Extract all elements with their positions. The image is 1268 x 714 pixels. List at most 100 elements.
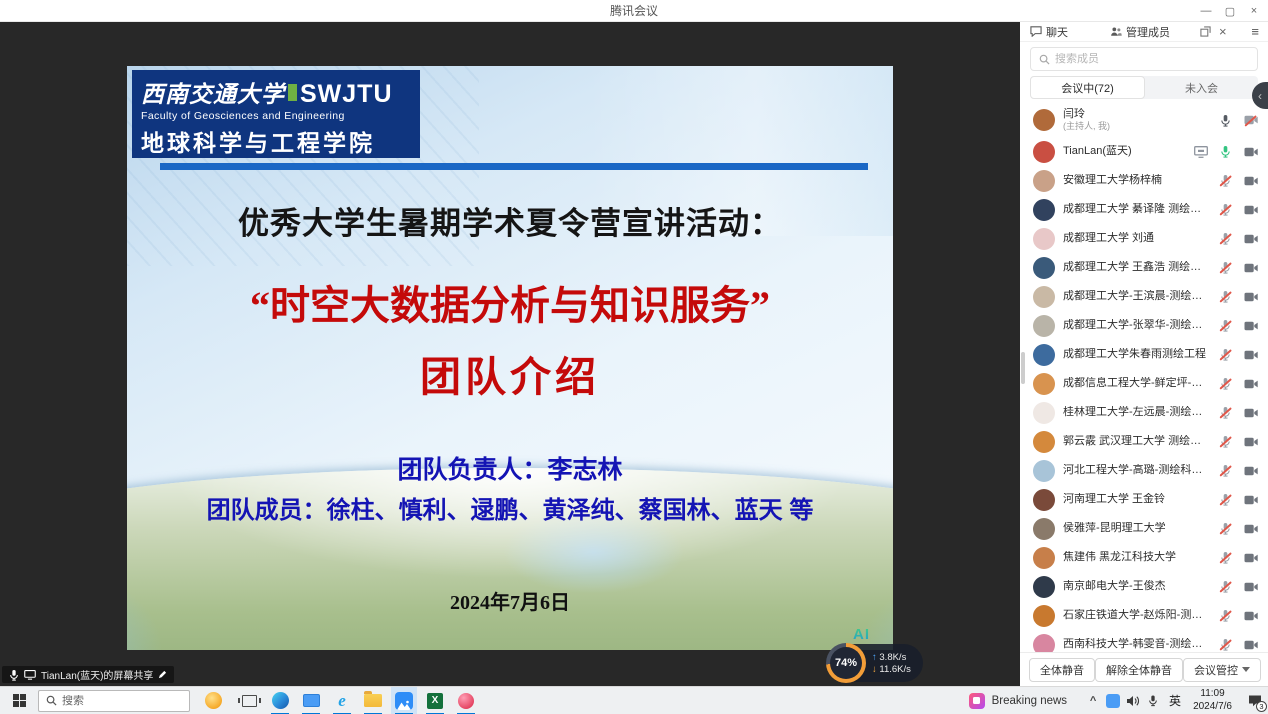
minimize-button[interactable]: —: [1194, 0, 1218, 22]
mic-icon[interactable]: [1218, 637, 1233, 652]
taskbar-clock[interactable]: 11:09 2024/7/6: [1193, 688, 1232, 713]
member-row[interactable]: 成都信息工程大学-鲜定坪-测绘工程: [1020, 369, 1268, 398]
camera-icon[interactable]: [1243, 144, 1258, 159]
popout-panel-icon[interactable]: [1200, 26, 1211, 37]
mic-icon[interactable]: [1218, 550, 1233, 565]
camera-icon[interactable]: [1243, 113, 1258, 128]
member-list-scrollbar[interactable]: [1021, 352, 1025, 384]
member-row[interactable]: 石家庄铁道大学-赵烁阳-测绘科学与技术: [1020, 601, 1268, 630]
notification-center-button[interactable]: 3: [1242, 687, 1268, 714]
member-row[interactable]: 成都理工大学 綦译隆 测绘科学与技术: [1020, 195, 1268, 224]
mic-icon[interactable]: [1218, 521, 1233, 536]
member-row[interactable]: 西南科技大学-韩雯音-测绘科学与技术: [1020, 630, 1268, 652]
mic-icon[interactable]: [1218, 173, 1233, 188]
camera-icon[interactable]: [1243, 202, 1258, 217]
volume-icon[interactable]: [1123, 687, 1143, 714]
meeting-tray-icon[interactable]: [1103, 687, 1123, 714]
tab-manage-members[interactable]: 管理成员: [1110, 24, 1170, 40]
camera-icon[interactable]: [1243, 405, 1258, 420]
camera-icon[interactable]: [1243, 550, 1258, 565]
member-name: 郭云霰 武汉理工大学 测绘科学与技术: [1063, 435, 1210, 449]
weather-sun-icon[interactable]: [200, 687, 226, 714]
mic-icon[interactable]: [1218, 202, 1233, 217]
member-row[interactable]: 南京邮电大学-王俊杰: [1020, 572, 1268, 601]
filter-tab-in-meeting[interactable]: 会议中(72): [1030, 76, 1145, 99]
camera-icon[interactable]: [1243, 434, 1258, 449]
filter-tab-not-joined[interactable]: 未入会: [1145, 76, 1258, 99]
member-row[interactable]: 成都理工大学-王滨晨-测绘科学与技术: [1020, 282, 1268, 311]
camera-icon[interactable]: [1243, 608, 1258, 623]
meeting-control-button[interactable]: 会议管控: [1183, 658, 1261, 682]
maximize-button[interactable]: ▢: [1218, 0, 1242, 22]
mic-icon[interactable]: [1218, 463, 1233, 478]
internet-explorer-icon[interactable]: e: [329, 687, 355, 714]
news-widget-icon[interactable]: [969, 693, 985, 709]
tray-chevron-up-icon[interactable]: ^: [1083, 687, 1103, 714]
camera-icon[interactable]: [1243, 318, 1258, 333]
mic-icon[interactable]: [1218, 231, 1233, 246]
camera-icon[interactable]: [1243, 521, 1258, 536]
mic-icon[interactable]: [1218, 318, 1233, 333]
panel-footer: 全体静音 解除全体静音 会议管控: [1020, 652, 1268, 686]
member-row[interactable]: 成都理工大学 刘通: [1020, 224, 1268, 253]
unmute-all-button[interactable]: 解除全体静音: [1095, 658, 1183, 682]
close-button[interactable]: ×: [1242, 0, 1266, 22]
start-button[interactable]: [0, 687, 38, 714]
camera-icon[interactable]: [1243, 173, 1258, 188]
camera-icon[interactable]: [1243, 637, 1258, 652]
member-row[interactable]: 河南理工大学 王金铃: [1020, 485, 1268, 514]
member-row[interactable]: 成都理工大学 王鑫浩 测绘科学与技术: [1020, 253, 1268, 282]
notification-count-badge: 3: [1256, 701, 1267, 712]
member-row[interactable]: 安徽理工大学杨梓楠: [1020, 166, 1268, 195]
edit-pencil-icon[interactable]: [158, 670, 167, 679]
mic-icon[interactable]: [1218, 113, 1233, 128]
edge-browser-icon[interactable]: [267, 687, 293, 714]
taskbar-search[interactable]: [38, 690, 190, 712]
mic-icon[interactable]: [1218, 347, 1233, 362]
microphone-tray-icon[interactable]: [1143, 687, 1163, 714]
member-row[interactable]: 成都理工大学-张翠华-测绘科学与技术: [1020, 311, 1268, 340]
member-row[interactable]: TianLan(蓝天): [1020, 137, 1268, 166]
member-row[interactable]: 郭云霰 武汉理工大学 测绘科学与技术: [1020, 427, 1268, 456]
tab-chat[interactable]: 聊天: [1030, 24, 1068, 40]
screen-share-banner[interactable]: TianLan(蓝天)的屏幕共享: [2, 666, 174, 683]
camera-icon[interactable]: [1243, 231, 1258, 246]
camera-icon[interactable]: [1243, 492, 1258, 507]
member-search-input[interactable]: [1055, 53, 1249, 65]
mic-icon[interactable]: [1218, 289, 1233, 304]
remote-desktop-icon[interactable]: [298, 687, 324, 714]
mic-icon[interactable]: [1218, 376, 1233, 391]
taskbar-search-input[interactable]: [62, 695, 162, 707]
member-row[interactable]: 桂林理工大学-左远晨-测绘科学与技术: [1020, 398, 1268, 427]
mic-icon[interactable]: [1218, 579, 1233, 594]
network-overlay[interactable]: 74% ↑ 3.8K/s ↓ 11.6K/s: [826, 644, 923, 682]
mic-icon[interactable]: [1218, 405, 1233, 420]
file-explorer-icon[interactable]: [360, 687, 386, 714]
tencent-meeting-icon[interactable]: [391, 687, 417, 714]
member-search-box[interactable]: [1030, 47, 1258, 71]
camera-icon[interactable]: [1243, 347, 1258, 362]
camera-icon[interactable]: [1243, 463, 1258, 478]
camera-icon[interactable]: [1243, 579, 1258, 594]
member-row[interactable]: 侯雅萍-昆明理工大学: [1020, 514, 1268, 543]
member-row[interactable]: 河北工程大学-高璐-测绘科学与技术: [1020, 456, 1268, 485]
mic-icon[interactable]: [1218, 434, 1233, 449]
menu-hamburger-icon[interactable]: ≡: [1251, 24, 1259, 39]
mic-icon[interactable]: [1218, 492, 1233, 507]
member-row[interactable]: 闫玲 (主持人, 我): [1020, 103, 1268, 137]
mic-icon[interactable]: [1218, 260, 1233, 275]
camera-icon[interactable]: [1243, 376, 1258, 391]
excel-icon[interactable]: X: [422, 687, 448, 714]
input-language-indicator[interactable]: 英: [1163, 687, 1187, 714]
pink-app-icon[interactable]: [453, 687, 479, 714]
mic-icon[interactable]: [1218, 144, 1233, 159]
camera-icon[interactable]: [1243, 289, 1258, 304]
mute-all-button[interactable]: 全体静音: [1029, 658, 1095, 682]
task-view-button[interactable]: [236, 687, 262, 714]
camera-icon[interactable]: [1243, 260, 1258, 275]
member-row[interactable]: 成都理工大学朱春雨测绘工程: [1020, 340, 1268, 369]
member-row[interactable]: 焦建伟 黑龙江科技大学: [1020, 543, 1268, 572]
mic-icon[interactable]: [1218, 608, 1233, 623]
news-widget-label[interactable]: Breaking news: [992, 695, 1067, 707]
close-panel-icon[interactable]: ×: [1219, 24, 1227, 39]
